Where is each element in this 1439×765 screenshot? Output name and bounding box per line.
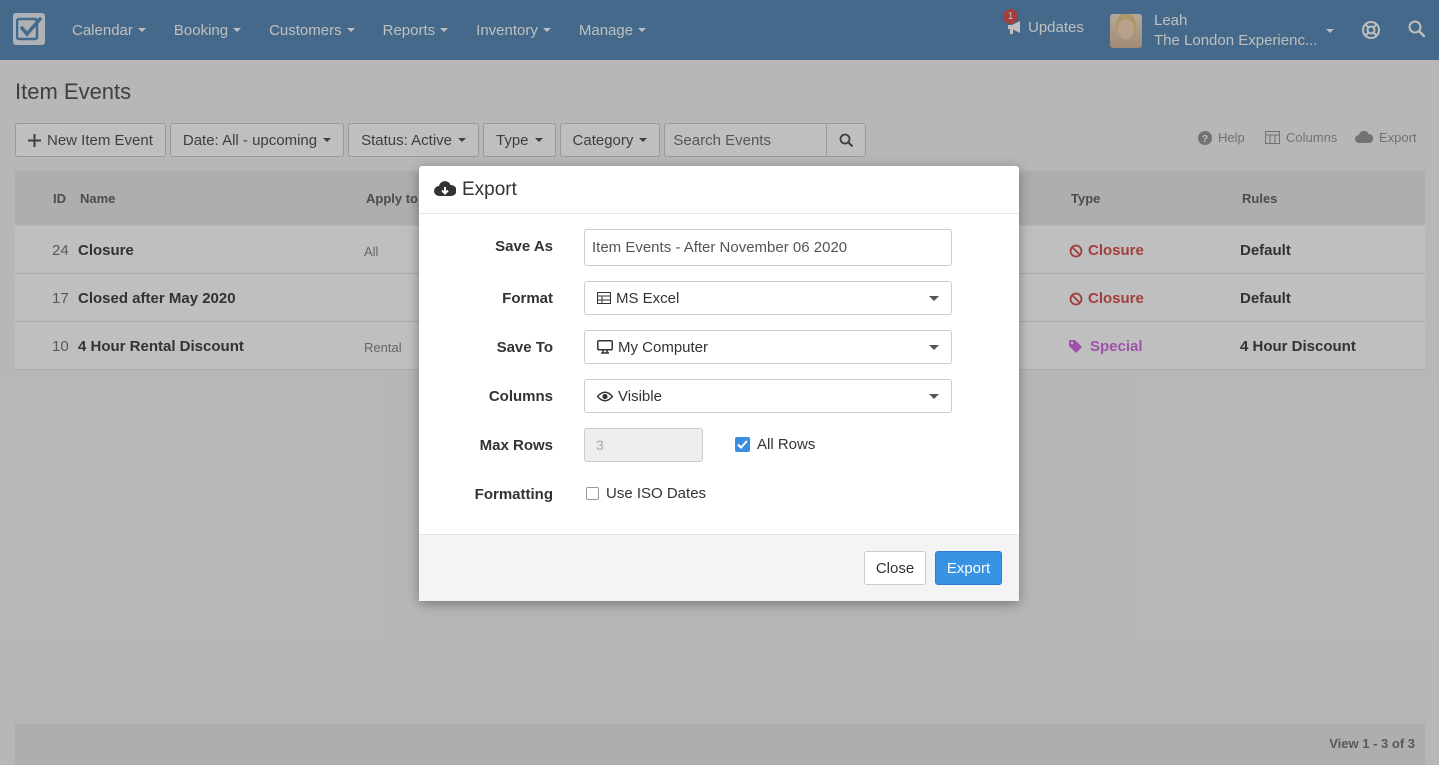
export-modal: Export Save As Format MS Excel Save To M…	[419, 166, 1019, 601]
caret-down-icon	[929, 296, 939, 301]
save-to-label: Save To	[496, 339, 553, 356]
max-rows-input[interactable]: 3	[584, 428, 703, 462]
format-label: Format	[502, 290, 553, 307]
desktop-icon	[597, 340, 613, 354]
modal-header: Export	[419, 166, 1019, 214]
close-button[interactable]: Close	[864, 551, 926, 585]
check-icon	[735, 437, 750, 452]
save-as-input[interactable]	[584, 229, 952, 266]
caret-down-icon	[929, 394, 939, 399]
columns-label: Columns	[488, 388, 553, 405]
save-as-label: Save As	[495, 238, 553, 255]
all-rows-checkbox[interactable]: All Rows	[735, 436, 815, 453]
columns-select[interactable]: Visible	[584, 379, 952, 413]
export-button[interactable]: Export	[935, 551, 1002, 585]
table-icon	[597, 292, 611, 304]
formatting-label: Formatting	[474, 486, 553, 503]
use-iso-dates-checkbox[interactable]: Use ISO Dates	[586, 485, 706, 502]
caret-down-icon	[929, 345, 939, 350]
modal-title: Export	[462, 178, 517, 200]
modal-footer: Close Export	[419, 534, 1019, 601]
eye-icon	[597, 391, 613, 401]
save-to-select[interactable]: My Computer	[584, 330, 952, 364]
format-select[interactable]: MS Excel	[584, 281, 952, 315]
max-rows-label: Max Rows	[479, 437, 553, 454]
cloud-download-icon	[434, 181, 456, 196]
